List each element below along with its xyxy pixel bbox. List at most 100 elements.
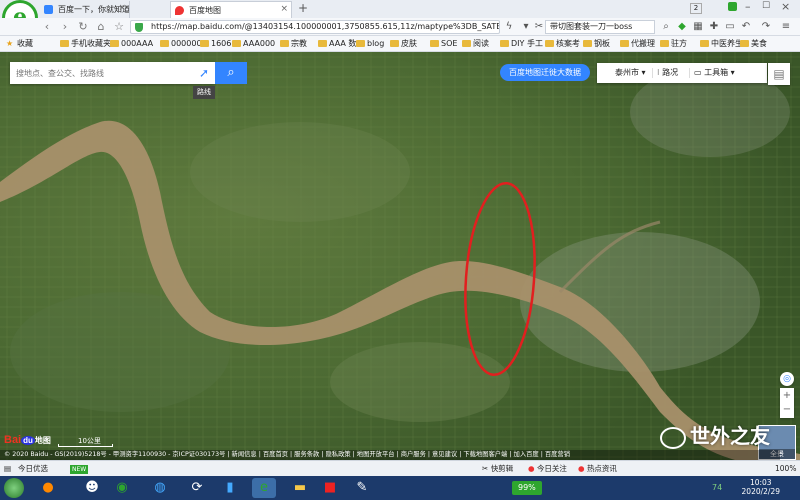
pen-icon[interactable]: ✎ [350,478,374,498]
logo-bai: Bai [4,434,22,446]
map-search-panel: ➚ [10,62,215,84]
lightning-icon[interactable]: ϟ [503,21,515,33]
watermark: 世外之友 [660,420,770,449]
watermark-text: 世外之友 [690,424,770,448]
bookmark-item[interactable]: 代搬理 [620,38,655,50]
bookmark-item[interactable]: AAA000 [232,38,275,50]
zoom-in-button[interactable]: + [780,388,794,403]
system-clock[interactable]: 10:03 2020/2/29 [742,478,780,496]
bookmarks-bar: ★ 收藏 手机收藏夹 000AAA 000000 1606 AAA000 宗教 AAA 数 blo… [0,36,800,52]
browser-taskbar-icon[interactable]: e [252,478,276,498]
toolbox-icon: ▭ [694,68,702,77]
hot-news-button[interactable]: ● 热点资讯 [578,463,617,475]
menu-icon[interactable]: ≡ [780,21,792,33]
scissors-icon: ✂ [482,464,489,473]
city-selector[interactable]: 泰州市 ▾ [615,63,646,83]
bookmark-item[interactable]: 阅读 [462,38,489,50]
bookmark-item[interactable]: SOE [430,38,457,50]
search-engine-field[interactable]: 带切图套装一刀一boss [545,20,655,34]
bookmark-item[interactable]: 美食 [740,38,767,50]
close-tab-icon[interactable]: × [118,3,126,13]
bookmark-item[interactable]: 皮肤 [390,38,417,50]
migration-data-button[interactable]: 百度地图迁徙大数据 [500,64,590,81]
bookmark-item[interactable]: ★ 收藏 [6,38,33,50]
tab-label: 百度地图 [189,6,221,15]
grid-menu-icon[interactable]: ▦ [692,21,704,33]
dropdown-icon[interactable]: ▾ [520,21,532,33]
folder-icon[interactable]: ▬ [288,478,312,498]
bookmark-label: 000AAA [121,39,154,48]
locate-icon[interactable]: ◎ [780,372,794,386]
bookmark-item[interactable]: 1606 [200,38,231,50]
bookmark-item[interactable]: 000000 [160,38,202,50]
puzzle-icon[interactable]: ✚ [708,21,720,33]
windows-taskbar: ● ☻ ◉ ◍ ⟳ ▮ e ▬ ■ ✎ 99% 74 10:03 2020/2/… [0,476,800,500]
bookmark-item[interactable]: 驻方 [660,38,687,50]
zoom-level[interactable]: 100% [775,463,796,475]
back-arrow-icon[interactable]: ‹ [40,20,54,34]
bookmark-item[interactable]: 000AAA [110,38,153,50]
quick-clip-button[interactable]: ✂ 快剪辑 [482,463,513,475]
today-picks[interactable]: 今日优选 [18,463,48,475]
game-icon[interactable]: ■ [318,478,342,498]
bookmark-label: 核案考 [556,39,580,48]
bookmark-item[interactable]: AAA 数 [318,38,356,50]
bookmark-item[interactable]: blog [356,38,384,50]
today-focus-button[interactable]: ● 今日关注 [528,463,567,475]
map-search-input[interactable] [10,62,190,84]
bookmark-item[interactable]: 宗教 [280,38,307,50]
taskbar-app-icon[interactable]: ● [36,478,60,498]
tab-baidu-map[interactable]: 百度地图 × [170,1,292,18]
toolbox-label: 工具箱 [704,68,729,77]
logo-suffix: 地图 [34,436,51,445]
new-tab-button[interactable]: + [298,1,308,15]
url-field[interactable]: https://map.baidu.com/@13403154.10000000… [130,20,500,34]
sync-icon[interactable]: ⟳ [185,478,209,498]
search-icon[interactable]: ⌕ [660,21,672,33]
chevron-down-icon: ▾ [641,68,646,77]
toolbox-button[interactable]: ▭ 工具箱 ▾ [694,63,735,83]
maximize-icon[interactable]: ☐ [762,1,770,11]
bookmark-item[interactable]: 手机收藏夹 [60,38,111,50]
hot-news-label: 热点资讯 [586,464,617,473]
bookmark-star-icon[interactable]: ☆ [112,20,126,34]
qq-penguin-icon[interactable]: ☻ [80,478,104,498]
star-icon: ★ [6,39,14,48]
globe-icon[interactable]: ◍ [148,478,172,498]
search-icon: ⌕ [227,65,235,80]
folder-icon [620,40,629,47]
redo-icon[interactable]: ↷ [760,21,772,33]
traffic-light-icon: ⁝ [657,68,660,77]
satellite-map[interactable] [0,52,800,460]
bookmark-item[interactable]: 核案考 [545,38,580,50]
zoom-out-button[interactable]: − [780,403,794,418]
close-window-icon[interactable]: × [781,0,790,13]
scissors-icon[interactable]: ✂ [533,21,545,33]
route-arrow-icon[interactable]: ➚ [197,66,211,80]
tab-baidu-search[interactable]: 百度一下，你就知道 × [40,1,130,18]
home-icon[interactable]: ⌂ [94,20,108,34]
wechat-icon[interactable]: ◉ [110,478,134,498]
start-button-icon[interactable] [4,478,24,498]
reload-icon[interactable]: ↻ [76,20,90,34]
screenshot-icon[interactable]: ▭ [724,21,736,33]
close-tab-icon[interactable]: × [280,4,288,14]
document-icon[interactable]: ▮ [218,478,242,498]
status-menu-icon[interactable]: ▤ [4,463,11,475]
window-count-badge: 2 [690,3,702,14]
minimize-icon[interactable]: – [745,0,751,13]
undo-icon[interactable]: ↶ [740,21,752,33]
bookmark-item[interactable]: 中医养生 [700,38,743,50]
menu-green-icon[interactable] [728,2,737,11]
forward-arrow-icon[interactable]: › [58,20,72,34]
traffic-button[interactable]: ⁝ 路况 [657,63,678,83]
folder-icon [280,40,289,47]
baidu-map-logo: Bai du 地图 [4,434,51,446]
message-icon[interactable]: ▤ [768,63,790,85]
bookmark-item[interactable]: DIY 手工 [500,38,543,50]
map-search-button[interactable]: ⌕ [215,62,247,84]
folder-icon [390,40,399,47]
shield-icon[interactable]: ◆ [676,21,688,33]
bookmark-item[interactable]: 钢板 [583,38,610,50]
battery-indicator[interactable]: 99% [512,481,542,495]
